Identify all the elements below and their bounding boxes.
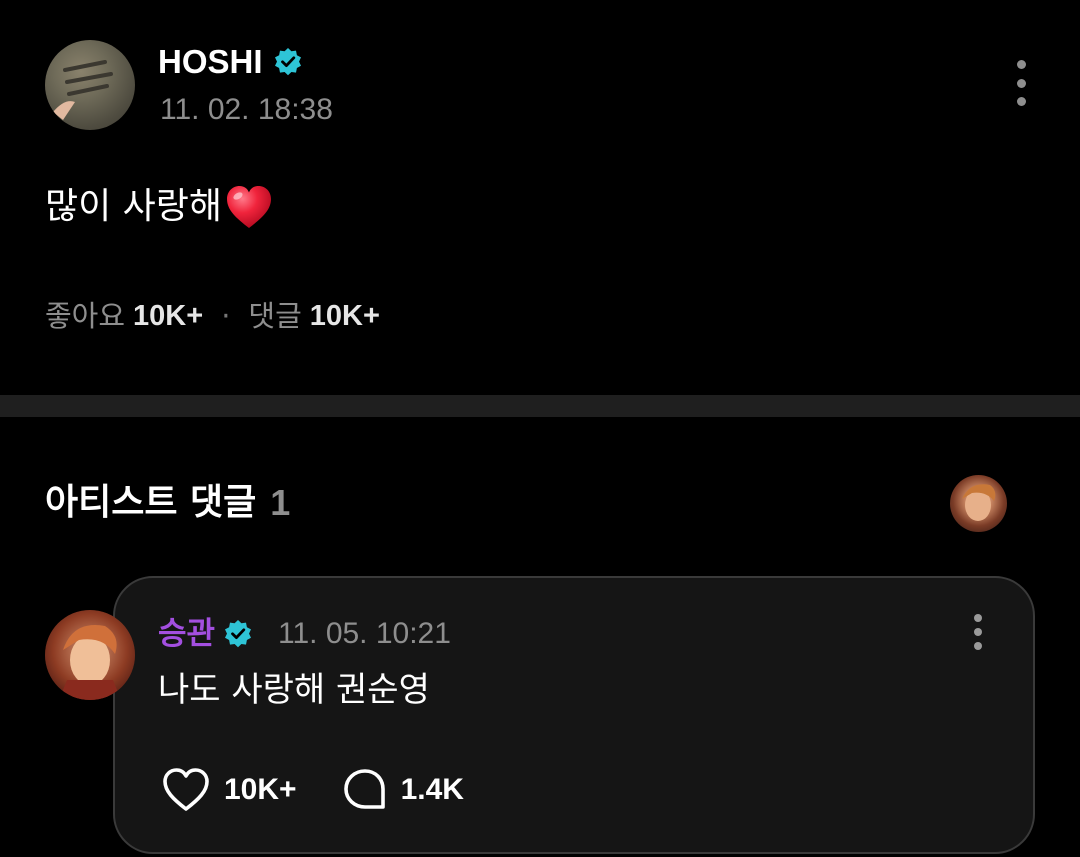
artist-avatar-small[interactable] — [950, 475, 1007, 532]
post-more-icon[interactable] — [1006, 60, 1036, 106]
more-dot — [974, 628, 982, 636]
stats-separator: · — [221, 299, 231, 333]
section-title-text: 아티스트 댓글 — [45, 482, 257, 523]
heart-outline-icon — [163, 768, 209, 811]
comment-author[interactable]: 승관 — [158, 612, 253, 656]
like-button[interactable]: 10K+ — [160, 766, 297, 814]
comment-author-name[interactable]: 승관 — [158, 612, 215, 656]
post-timestamp: 11. 02. 18:38 — [160, 93, 333, 126]
comment-text: 나도 사랑해 권순영 — [158, 670, 430, 710]
verified-badge-icon — [274, 48, 301, 76]
likes-label[interactable]: 좋아요 — [45, 296, 125, 336]
like-count: 10K+ — [224, 773, 297, 806]
author-avatar[interactable] — [45, 40, 135, 130]
comment-more-icon[interactable] — [963, 614, 993, 650]
section-count: 1 — [270, 482, 291, 523]
more-dot — [974, 614, 982, 622]
speech-bubble-icon — [343, 769, 385, 809]
reply-button[interactable]: 1.4K — [341, 766, 464, 814]
comments-count[interactable]: 10K+ — [310, 296, 380, 336]
comment-timestamp: 11. 05. 10:21 — [278, 617, 451, 650]
more-dot — [1016, 78, 1026, 88]
more-dot — [1016, 60, 1026, 69]
post-body: 많이 사랑해 — [45, 182, 274, 232]
section-divider — [0, 395, 1080, 417]
section-title: 아티스트 댓글 1 — [45, 478, 290, 528]
more-dot — [1016, 97, 1026, 106]
verified-badge-icon — [225, 620, 252, 648]
more-dot — [974, 642, 982, 650]
post-text: 많이 사랑해 — [45, 186, 223, 227]
comment-author-avatar[interactable] — [45, 610, 135, 700]
avatar-texture — [53, 60, 113, 120]
post-author-name[interactable]: HOSHI — [158, 40, 263, 84]
reply-count: 1.4K — [400, 773, 464, 806]
likes-count[interactable]: 10K+ — [133, 296, 203, 336]
red-heart-emoji-icon — [227, 186, 272, 228]
post-author[interactable]: HOSHI — [158, 40, 303, 84]
post-stats: 좋아요 10K+ · 댓글 10K+ — [45, 296, 380, 336]
comment-actions: 10K+ 1.4K — [160, 766, 464, 814]
avatar-face — [962, 484, 996, 521]
avatar-face — [45, 610, 135, 700]
comments-label[interactable]: 댓글 — [248, 296, 301, 336]
